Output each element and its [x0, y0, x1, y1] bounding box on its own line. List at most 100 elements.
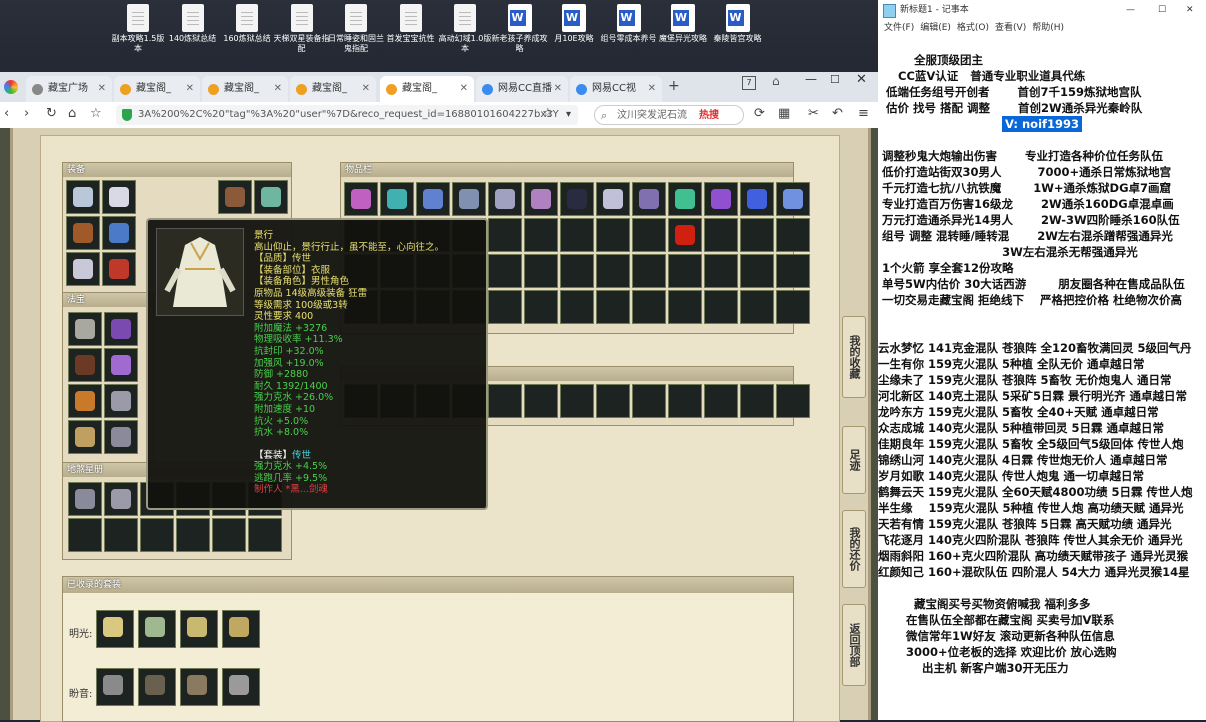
item-slot[interactable] [776, 182, 810, 216]
browser-tab[interactable]: 藏宝阁_ ✕ [202, 76, 288, 102]
url-field[interactable]: 3A%200%2C%20"tag"%3A%20"user"%7D&reco_re… [116, 105, 578, 125]
item-slot[interactable] [560, 182, 594, 216]
desktop-icon[interactable]: 副本攻略1.5版本 [110, 4, 166, 54]
close-button[interactable]: ✕ [856, 72, 867, 87]
item-slot[interactable] [102, 216, 136, 250]
item-slot[interactable] [416, 182, 450, 216]
suit-item-slot[interactable] [222, 610, 260, 648]
browser-tab[interactable]: 藏宝阁_ ✕ [114, 76, 200, 102]
hot-search-label[interactable]: 热搜 [699, 106, 719, 126]
desktop-icon[interactable]: W 新老孩子养成攻略 [492, 4, 548, 54]
sync-icon[interactable]: ⟳ [754, 106, 765, 121]
notepad-minimize-button[interactable]: — [1126, 0, 1135, 20]
item-slot[interactable] [104, 312, 138, 346]
desktop-icon[interactable]: 首发宝宝抗性 [383, 4, 439, 44]
item-slot[interactable] [104, 384, 138, 418]
minimize-button[interactable]: — [805, 72, 817, 86]
item-slot[interactable] [524, 384, 558, 418]
desktop-icon[interactable]: 160炼狱总结 [219, 4, 275, 44]
item-slot[interactable] [344, 182, 378, 216]
item-slot[interactable] [524, 218, 558, 252]
suit-item-slot[interactable] [222, 668, 260, 706]
item-slot[interactable] [632, 182, 666, 216]
item-slot[interactable] [632, 254, 666, 288]
tab-close-icon[interactable]: ✕ [186, 76, 194, 102]
item-slot[interactable] [704, 182, 738, 216]
item-slot[interactable] [488, 218, 522, 252]
item-slot[interactable] [66, 252, 100, 286]
item-slot[interactable] [668, 182, 702, 216]
tab-close-icon[interactable]: ✕ [554, 76, 562, 102]
item-slot[interactable] [668, 290, 702, 324]
chevron-down-icon[interactable]: ▾ [566, 109, 571, 120]
side-button[interactable]: 我的收藏 [842, 316, 866, 398]
item-slot[interactable] [488, 254, 522, 288]
desktop-icon[interactable]: W 组号零成本养号 [601, 4, 657, 44]
item-slot[interactable] [740, 254, 774, 288]
notepad-menu-item[interactable]: 帮助(H) [1032, 23, 1064, 33]
item-slot[interactable] [488, 384, 522, 418]
grid-icon[interactable]: ▦ [778, 106, 790, 121]
suit-item-slot[interactable] [96, 610, 134, 648]
desktop-icon[interactable]: 高动幻域1.0版本 [437, 4, 493, 54]
item-slot[interactable] [248, 518, 282, 552]
item-slot[interactable] [68, 348, 102, 382]
search-input[interactable]: ⌕ 汶川突发泥石流 热搜 [594, 105, 744, 125]
browser-tab[interactable]: 藏宝广场 ✕ [26, 76, 112, 102]
item-slot[interactable] [488, 290, 522, 324]
scissors-icon[interactable]: ✂ [808, 106, 819, 121]
tab-close-icon[interactable]: ✕ [648, 76, 656, 102]
item-slot[interactable] [380, 182, 414, 216]
maximize-button[interactable]: ☐ [830, 73, 840, 86]
item-slot[interactable] [104, 348, 138, 382]
item-slot[interactable] [596, 290, 630, 324]
notepad-close-button[interactable]: ✕ [1186, 0, 1194, 20]
item-slot[interactable] [254, 180, 288, 214]
item-slot[interactable] [560, 254, 594, 288]
item-slot[interactable] [596, 254, 630, 288]
desktop-icon[interactable]: W 秦陵皆宫攻略 [710, 4, 766, 44]
suit-item-slot[interactable] [96, 668, 134, 706]
notepad-text[interactable]: 全服顶级团主 CC蓝V认证 普通专业职业道具代练 低端任务组号开创者 首创7千1… [878, 36, 1206, 676]
item-slot[interactable] [704, 384, 738, 418]
new-tab-button[interactable]: + [668, 78, 680, 94]
menu-icon[interactable]: ≡ [858, 106, 869, 121]
forward-icon[interactable]: › [24, 106, 29, 121]
item-slot[interactable] [776, 254, 810, 288]
home-icon[interactable]: ⌂ [68, 106, 76, 121]
item-slot[interactable] [524, 290, 558, 324]
side-button[interactable]: 我的还价 [842, 510, 866, 588]
item-slot[interactable] [704, 254, 738, 288]
tab-close-icon[interactable]: ✕ [98, 76, 106, 102]
notepad-menu-item[interactable]: 查看(V) [995, 23, 1026, 33]
item-slot[interactable] [560, 384, 594, 418]
item-slot[interactable] [596, 218, 630, 252]
desktop-icon[interactable]: 日常睡姿和固兰鬼指配 [328, 4, 384, 54]
item-slot[interactable] [596, 182, 630, 216]
item-slot[interactable] [704, 290, 738, 324]
notepad-menu-item[interactable]: 编辑(E) [920, 23, 951, 33]
notepad-menu-item[interactable]: 文件(F) [884, 23, 914, 33]
desktop-icon[interactable]: 140炼狱总结 [165, 4, 221, 44]
notepad-menu-item[interactable]: 格式(O) [957, 23, 989, 33]
tab-close-icon[interactable]: ✕ [274, 76, 282, 102]
item-slot[interactable] [68, 312, 102, 346]
item-slot[interactable] [104, 518, 138, 552]
tab-close-icon[interactable]: ✕ [460, 76, 468, 102]
item-slot[interactable] [488, 182, 522, 216]
item-slot[interactable] [140, 518, 174, 552]
back-icon[interactable]: ‹ [4, 106, 9, 121]
item-slot[interactable] [740, 290, 774, 324]
item-slot[interactable] [218, 180, 252, 214]
item-slot[interactable] [66, 180, 100, 214]
item-slot[interactable] [632, 218, 666, 252]
item-slot[interactable] [632, 384, 666, 418]
tab-count-badge[interactable]: 7 [742, 76, 756, 90]
undo-icon[interactable]: ↶ [832, 106, 843, 121]
browser-tab[interactable]: 藏宝阁_ ✕ [380, 76, 474, 102]
item-slot[interactable] [560, 290, 594, 324]
item-slot[interactable] [524, 182, 558, 216]
side-button[interactable]: 返回顶部 [842, 604, 866, 686]
browser-tab[interactable]: 网易CC直播 ✕ [476, 76, 568, 102]
item-slot[interactable] [704, 218, 738, 252]
